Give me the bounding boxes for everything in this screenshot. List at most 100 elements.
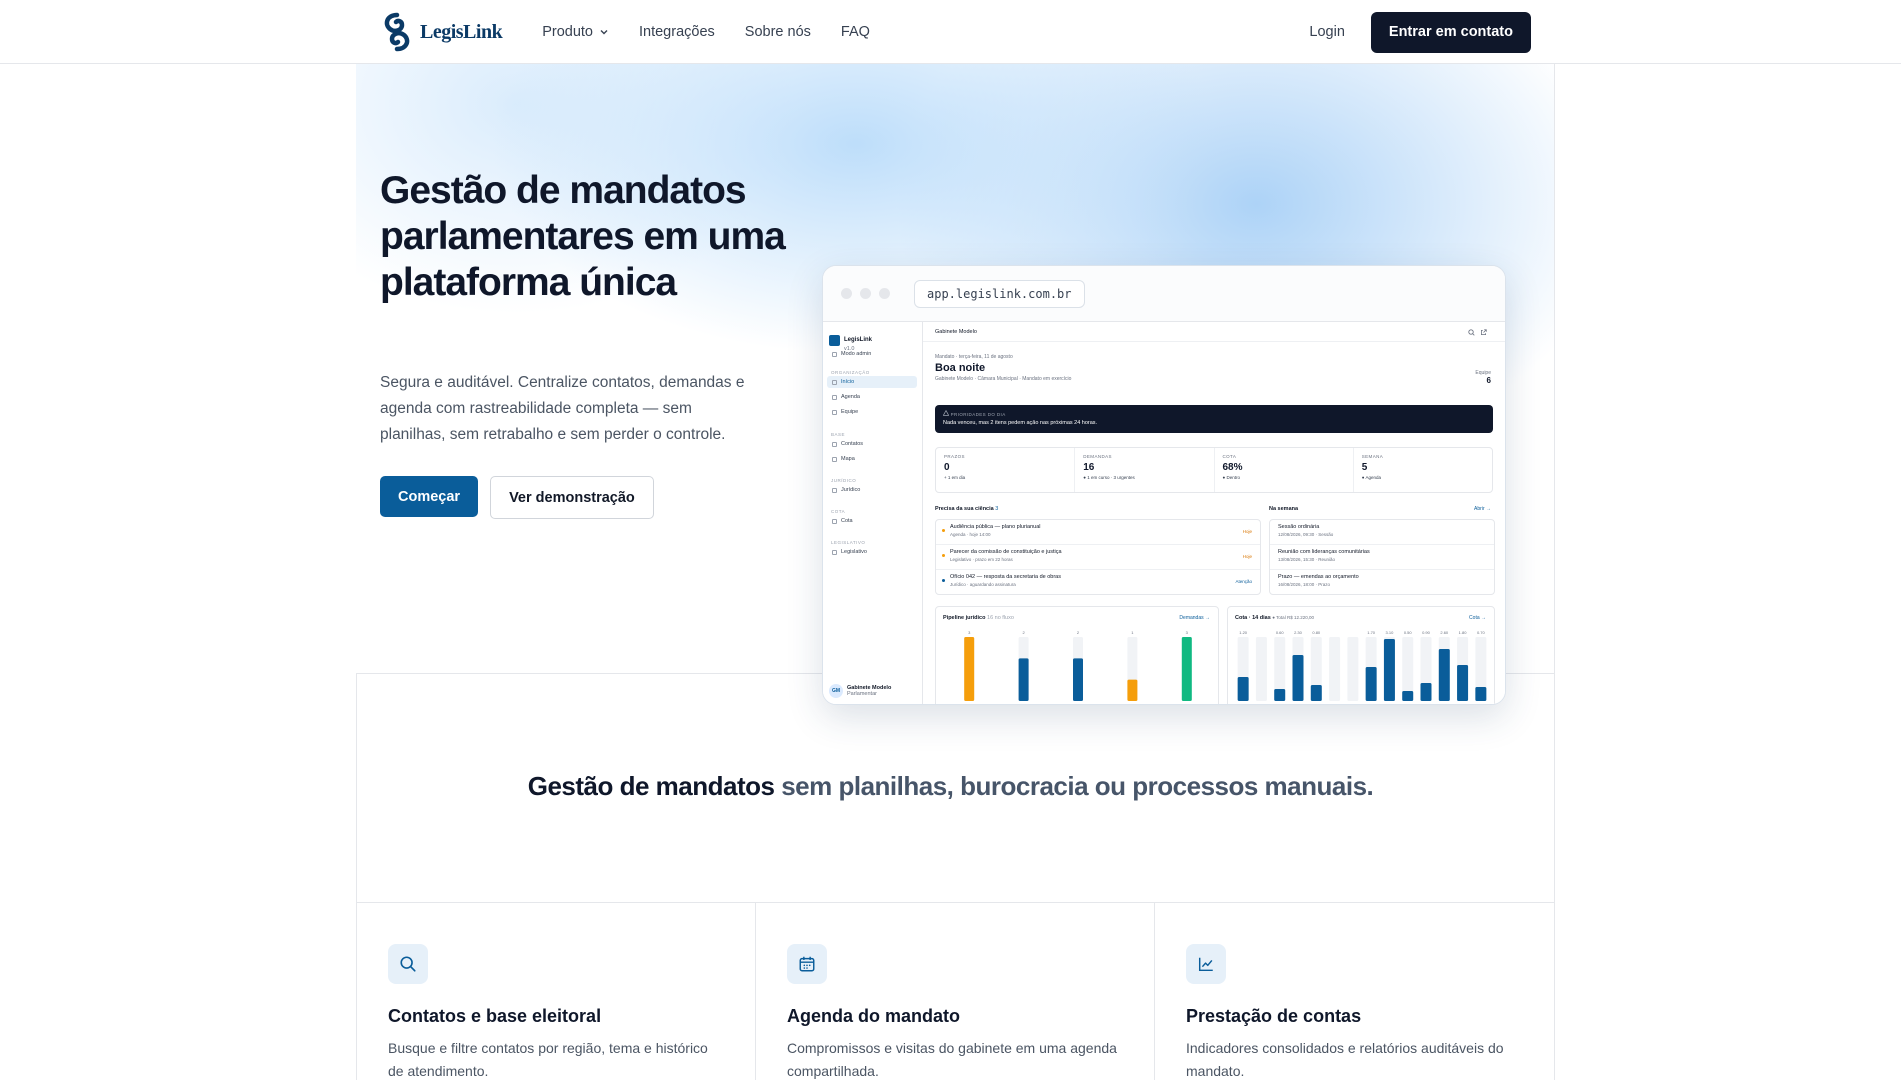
cota-card: Cota · 14 dias ● Total R$ 12.220,00 Cota… [1227, 606, 1495, 705]
app-main: Gabinete Modelo Mandato · terça-feira, 1… [923, 322, 1505, 704]
bar-value-label: 0.80 [1312, 630, 1321, 635]
sidebar-item-label: Contatos [841, 441, 864, 447]
status-badge: Atenção [1235, 579, 1252, 584]
contacts-icon [832, 441, 837, 447]
sidebar-group-label: LEGISLATIVO [831, 540, 866, 545]
stat-semana[interactable]: SEMANA 5 ● Agenda [1354, 448, 1492, 492]
nav-produto-label: Produto [542, 24, 593, 40]
bullet [942, 529, 945, 532]
sidebar-item-contatos[interactable]: Contatos [827, 438, 917, 450]
window-dot [860, 288, 871, 299]
list-item[interactable]: Ofício 042 — resposta da secretaria de o… [936, 570, 1260, 595]
bar-value-label: 1.80 [1459, 630, 1468, 635]
start-button[interactable]: Começar [380, 476, 479, 517]
brand-logo[interactable]: LegisLink [380, 12, 503, 52]
week-link[interactable]: Abrir → [1474, 506, 1491, 512]
nav-faq[interactable]: FAQ [841, 24, 870, 40]
stats-row: PRAZOS 0 + 1 em dia DEMANDAS 16 ● 1 em curso… [935, 447, 1493, 493]
bar[interactable] [1475, 687, 1487, 701]
bar[interactable] [1127, 679, 1138, 701]
login-link[interactable]: Login [1309, 24, 1344, 40]
list-item[interactable]: Parecer da comissão de constituição e ju… [936, 545, 1260, 570]
feature-text: Compromissos e visitas do gabinete em um… [787, 1040, 1117, 1079]
sidebar-user[interactable]: GM Gabinete Modelo Parlamentar [829, 684, 891, 698]
bar[interactable] [1181, 637, 1192, 701]
tick-label: 01/08 [1293, 704, 1303, 705]
tick-label: 05/08 [1366, 704, 1376, 705]
stat-label: SEMANA [1361, 454, 1384, 459]
app-sidebar: LegisLink v1.0 Modo admin ORGANIZAÇÃO Iní… [823, 322, 923, 704]
stat-prazos[interactable]: PRAZOS 0 + 1 em dia [936, 448, 1076, 492]
sidebar-item-legislativo[interactable]: Legislativo [827, 546, 917, 558]
bar-value-label: 3 [968, 630, 971, 635]
tick-label: 31/07 [1275, 704, 1285, 705]
nav-integracoes[interactable]: Integrações [639, 24, 715, 40]
bar-value-label: 0.50 [1404, 630, 1413, 635]
warning-icon [942, 409, 950, 416]
avatar: GM [829, 684, 843, 698]
item-title: Sessão ordinária [1278, 524, 1320, 530]
stat-demandas[interactable]: DEMANDAS 16 ● 1 em curso · 3 urgentes [1075, 448, 1215, 492]
item-meta: Jurídico · aguardando assinatura [950, 582, 1016, 587]
sidebar-item-mapa[interactable]: Mapa [827, 453, 917, 465]
brand-name: LegisLink [420, 20, 503, 43]
bar[interactable] [1365, 667, 1377, 701]
tick-label: Revisão [1126, 704, 1140, 705]
sidebar-item-label: Equipe [841, 409, 859, 415]
bar[interactable] [1383, 639, 1395, 701]
gavel-icon [832, 487, 837, 493]
sidebar-item-cota[interactable]: Cota [827, 515, 917, 527]
search-icon[interactable] [1468, 329, 1475, 336]
tick-label: Análise [1017, 704, 1029, 705]
bar[interactable] [1402, 691, 1414, 701]
topbar-title: Gabinete Modelo [935, 328, 977, 335]
coin-icon [832, 518, 837, 524]
stat-label: PRAZOS [944, 454, 965, 459]
nav-produto[interactable]: Produto [542, 24, 609, 40]
external-link-icon[interactable] [1480, 329, 1487, 336]
bar[interactable] [1438, 649, 1450, 701]
demo-button[interactable]: Ver demonstração [490, 476, 654, 519]
sidebar-item-agenda[interactable]: Agenda [827, 391, 917, 403]
greeting-sub: Gabinete Modelo · Câmara Municipal · Man… [935, 376, 1072, 382]
stat-label: COTA [1222, 454, 1237, 459]
bar-track [1255, 637, 1267, 701]
list-item[interactable]: Audiência pública — plano plurianual Agen… [936, 520, 1260, 545]
sidebar-mode[interactable]: Modo admin [827, 348, 917, 360]
bar[interactable] [1310, 685, 1322, 701]
bar[interactable] [1237, 677, 1249, 701]
bar-value-label: 1.70 [1367, 630, 1376, 635]
bar[interactable] [1457, 665, 1469, 701]
sidebar-item-inicio[interactable]: Início [827, 376, 917, 388]
list-item[interactable]: Reunião com lideranças comunitárias 13/08… [1270, 545, 1494, 570]
attention-title: Precisa da sua ciência [935, 506, 994, 512]
sidebar-item-label: Cota [841, 518, 853, 524]
stat-value: 68% [1222, 462, 1243, 473]
sidebar-item-equipe[interactable]: Equipe [827, 406, 917, 418]
stat-sub: + 1 em dia [944, 475, 966, 480]
bar[interactable] [1018, 658, 1029, 701]
bar[interactable] [1073, 658, 1083, 701]
bullet [942, 579, 945, 582]
stat-cota[interactable]: COTA 68% ● Dentro [1215, 448, 1354, 492]
list-item[interactable]: Sessão ordinária 12/08/2026, 09:30 · Sess… [1270, 520, 1494, 545]
bar[interactable] [1420, 683, 1432, 701]
tagline-wrap-spacer [0, 769, 1901, 839]
bar[interactable] [1292, 655, 1304, 701]
list-item[interactable]: Prazo — emendas ao orçamento 16/08/2026, … [1270, 570, 1494, 595]
bar-value-label: 1 [1131, 630, 1134, 635]
sidebar-group-label: JURÍDICO [831, 478, 857, 483]
bar[interactable] [1274, 689, 1286, 701]
feature-title: Prestação de contas [1186, 1006, 1362, 1026]
sidebar-item-juridico[interactable]: Jurídico [827, 484, 917, 496]
team-value: 6 [1486, 376, 1491, 385]
tick-label: Triagem [962, 704, 976, 705]
stat-value: 0 [944, 462, 950, 473]
tick-label: 07/08 [1403, 704, 1413, 705]
user-role: Parlamentar [847, 691, 877, 697]
pipeline-card: Pipeline jurídico 16 no fluxo Demandas →… [935, 606, 1219, 705]
contact-button[interactable]: Entrar em contato [1370, 11, 1531, 53]
nav-sobre[interactable]: Sobre nós [745, 24, 811, 40]
bar[interactable] [964, 637, 975, 701]
chart-line-icon [1186, 944, 1226, 984]
